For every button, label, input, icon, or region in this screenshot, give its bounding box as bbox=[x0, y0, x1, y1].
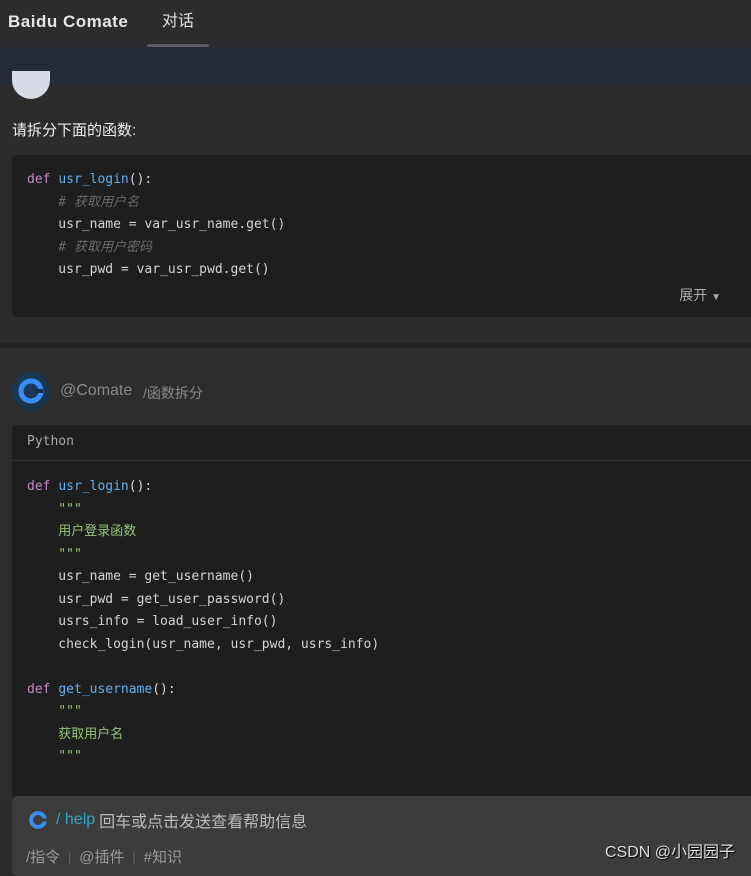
code-line: usr_name = var_usr_name.get() bbox=[27, 214, 742, 237]
code-token: usr_login bbox=[58, 479, 129, 494]
code-token: usr_login bbox=[58, 172, 129, 187]
code-token: # 获取用户密码 bbox=[27, 239, 152, 255]
code-line: """ bbox=[27, 746, 742, 769]
code-body: def usr_login(): """ 用户登录函数 """ usr_name… bbox=[12, 461, 751, 784]
code-line: # 获取用户名 bbox=[27, 192, 742, 215]
code-line: """ bbox=[27, 701, 742, 724]
help-command: help bbox=[64, 811, 96, 828]
code-line: usr_name = get_username() bbox=[27, 566, 742, 589]
code-token: get_username bbox=[58, 681, 153, 697]
code-token: """ bbox=[27, 704, 82, 719]
code-line: def usr_login(): bbox=[27, 169, 742, 192]
code-line: 用户登录函数 bbox=[27, 521, 742, 544]
bot-code-block: Python def usr_login(): """ 用户登录函数 """ u… bbox=[12, 425, 751, 805]
code-token: (): bbox=[128, 172, 153, 187]
code-line: usrs_info = load_user_info() bbox=[27, 611, 742, 634]
code-token: usr_name = get_username() bbox=[27, 569, 254, 584]
hint-text: 回车或点击发送查看帮助信息 bbox=[99, 814, 308, 831]
plugins-button[interactable]: @插件 bbox=[79, 846, 124, 867]
code-token: 获取用户名 bbox=[27, 726, 124, 742]
code-token: usr_name = var_usr_name.get() bbox=[27, 217, 286, 232]
tab-label: 对话 bbox=[161, 13, 194, 30]
user-code-block: def usr_login(): # 获取用户名 usr_name = var_… bbox=[12, 155, 751, 317]
code-line: """ bbox=[27, 544, 742, 567]
notice-band bbox=[0, 47, 751, 85]
code-token: """ bbox=[27, 501, 82, 517]
code-line: usr_pwd = get_user_password() bbox=[27, 589, 742, 612]
code-token: def bbox=[27, 681, 59, 697]
expand-button[interactable]: 展开 ▼ bbox=[679, 285, 721, 305]
comate-avatar bbox=[12, 372, 50, 410]
code-line: """ bbox=[27, 499, 742, 522]
code-line: check_login(usr_name, usr_pwd, usrs_info… bbox=[27, 634, 742, 657]
input-placeholder: / help 回车或点击发送查看帮助信息 bbox=[28, 808, 307, 832]
code-line: 获取用户名 bbox=[27, 724, 742, 747]
comate-logo-icon bbox=[29, 811, 48, 829]
code-line: def usr_login(): bbox=[27, 476, 742, 499]
commands-button[interactable]: /指令 bbox=[26, 846, 60, 867]
code-token: check_login(usr_name, usr_pwd, usrs_info… bbox=[27, 636, 380, 652]
code-token: usrs_info = load_user_info() bbox=[27, 614, 278, 629]
input-tools: /指令 | @插件 | #知识 bbox=[26, 846, 182, 867]
code-token: def bbox=[27, 172, 59, 187]
separator: | bbox=[68, 849, 72, 864]
header: Baidu Comate 对话 bbox=[0, 0, 751, 47]
code-token: # 获取用户名 bbox=[27, 194, 139, 210]
bot-command: /函数拆分 bbox=[143, 385, 203, 401]
bot-message: @Comate /函数拆分 Python def usr_login(): ""… bbox=[0, 348, 751, 805]
brand-title: Baidu Comate bbox=[8, 12, 129, 31]
expand-label: 展开 bbox=[679, 287, 708, 303]
code-language: Python bbox=[12, 425, 751, 461]
code-line: def get_username(): bbox=[27, 679, 742, 702]
code-token: (): bbox=[152, 681, 176, 697]
separator: | bbox=[132, 849, 136, 864]
user-message: 请拆分下面的函数: def usr_login(): # 获取用户名 usr_n… bbox=[0, 71, 751, 343]
tab-chat[interactable]: 对话 bbox=[147, 0, 209, 47]
slash: / bbox=[56, 811, 61, 828]
user-avatar bbox=[12, 71, 50, 99]
watermark: CSDN @小园园子 bbox=[604, 844, 735, 861]
code-token: 用户登录函数 bbox=[27, 524, 137, 539]
bot-name: @Comate bbox=[60, 382, 133, 399]
code-token: (): bbox=[128, 479, 153, 494]
code-token: """ bbox=[27, 749, 82, 764]
code-token: usr_pwd = var_usr_pwd.get() bbox=[27, 262, 270, 277]
caret-down-icon: ▼ bbox=[711, 292, 721, 303]
code-token: def bbox=[27, 479, 59, 494]
code-token: """ bbox=[27, 546, 82, 562]
code-line: usr_pwd = var_usr_pwd.get() bbox=[27, 259, 742, 282]
user-prompt: 请拆分下面的函数: bbox=[12, 122, 137, 139]
knowledge-button[interactable]: #知识 bbox=[144, 846, 182, 867]
code-token: usr_pwd = get_user_password() bbox=[27, 591, 286, 607]
code-line: # 获取用户密码 bbox=[27, 237, 742, 260]
comate-logo-icon bbox=[18, 378, 44, 404]
chat-input[interactable]: / help 回车或点击发送查看帮助信息 /指令 | @插件 | #知识 bbox=[12, 796, 751, 876]
